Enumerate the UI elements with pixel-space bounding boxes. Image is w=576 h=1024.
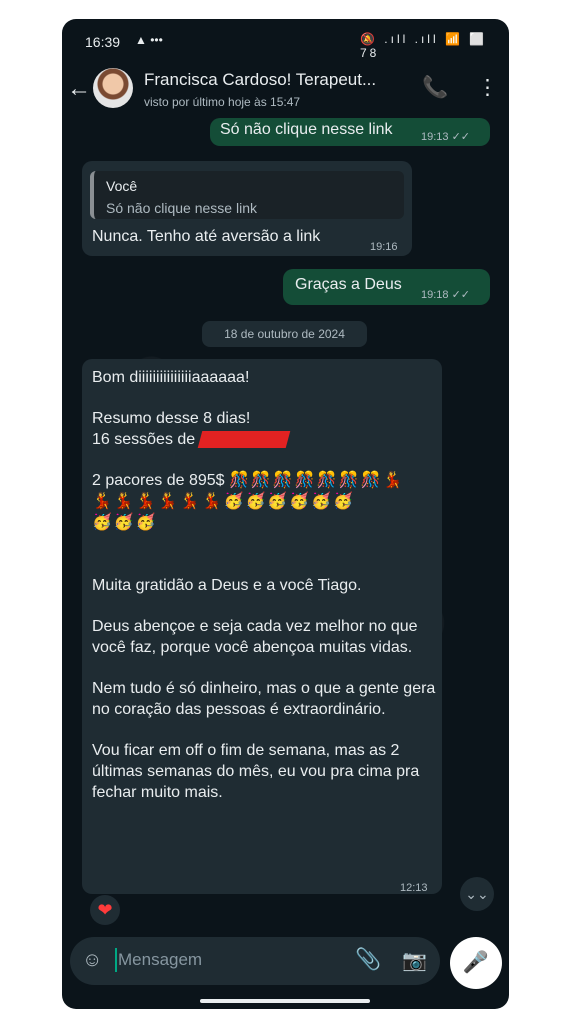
- message-greeting: Bom diiiiiiiiiiiiiiiaaaaaa!: [92, 369, 250, 386]
- message-paragraph: Vou ficar em off o fim de semana, mas as…: [92, 742, 420, 801]
- contact-name[interactable]: Francisca Cardoso! Terapeut...: [144, 70, 376, 90]
- message-time: 19:16: [370, 241, 398, 253]
- text-cursor: [115, 948, 117, 972]
- message-time: 19:18 ✓✓: [421, 289, 471, 301]
- message-input[interactable]: Mensagem: [118, 950, 202, 970]
- message-paragraph: Muita gratidão a Deus e a você Tiago.: [92, 577, 362, 594]
- camera-icon[interactable]: 📷: [402, 948, 427, 973]
- message-sessions: 16 sessões de: [92, 429, 437, 450]
- emoji-row: 🎊🎊🎊🎊🎊🎊🎊💃: [229, 472, 405, 489]
- message-text: Graças a Deus: [295, 276, 402, 293]
- status-time: 16:39: [85, 34, 121, 50]
- message-summary: Resumo desse 8 dias!: [92, 410, 251, 427]
- read-ticks-icon: ✓✓: [451, 289, 471, 301]
- message-outgoing[interactable]: Graças a Deus 19:18 ✓✓: [283, 269, 490, 305]
- emoji-row: 🥳🥳🥳: [92, 514, 158, 531]
- emoji-row: 💃💃💃💃💃💃🥳🥳🥳🥳🥳🥳: [92, 493, 356, 510]
- back-arrow-icon[interactable]: ←: [67, 75, 91, 103]
- heart-reaction-icon[interactable]: ❤: [90, 895, 120, 925]
- phone-screen: 16:39 ▲ ••• 🔕 .ıll .ıll 📶 ⬜ 78 ← Francis…: [62, 19, 509, 1009]
- message-incoming-long[interactable]: Bom diiiiiiiiiiiiiiiaaaaaa! Resumo desse…: [82, 359, 442, 894]
- message-body: Bom diiiiiiiiiiiiiiiaaaaaa! Resumo desse…: [92, 367, 437, 803]
- notification-icons: ▲ •••: [135, 33, 163, 47]
- battery-level: 78: [360, 46, 380, 60]
- message-time: 19:13 ✓✓: [421, 131, 471, 143]
- quote-author: Você: [106, 178, 138, 194]
- message-outgoing[interactable]: Só não clique nesse link 19:13 ✓✓: [210, 118, 490, 146]
- last-seen: visto por último hoje às 15:47: [144, 95, 301, 109]
- message-text: Só não clique nesse link: [220, 121, 393, 138]
- scroll-down-icon[interactable]: ⌄⌄: [460, 877, 494, 911]
- message-packages: 2 pacores de 895$ 🎊🎊🎊🎊🎊🎊🎊💃: [92, 472, 405, 489]
- date-separator: 18 de outubro de 2024: [202, 321, 367, 347]
- system-icons: 🔕 .ıll .ıll 📶 ⬜ 78: [360, 32, 488, 60]
- message-input-bar[interactable]: ☺ Mensagem 📎 📷: [70, 937, 440, 985]
- message-time: 12:13: [400, 882, 428, 894]
- message-incoming[interactable]: Você Só não clique nesse link Nunca. Ten…: [82, 161, 412, 256]
- quoted-message[interactable]: Você Só não clique nesse link: [90, 171, 404, 219]
- message-text: Nunca. Tenho até aversão a link: [92, 228, 321, 245]
- add-call-icon[interactable]: 📞: [422, 76, 448, 100]
- quote-text: Só não clique nesse link: [106, 200, 257, 216]
- avatar[interactable]: [93, 68, 133, 108]
- more-menu-icon[interactable]: ⋮: [477, 75, 498, 100]
- redaction-mark: [197, 431, 290, 449]
- read-ticks-icon: ✓✓: [451, 131, 471, 143]
- status-bar: 16:39 ▲ ••• 🔕 .ıll .ıll 📶 ⬜ 78: [62, 19, 509, 61]
- gesture-bar[interactable]: [200, 999, 370, 1003]
- message-paragraph: Nem tudo é só dinheiro, mas o que a gent…: [92, 680, 436, 718]
- attach-icon[interactable]: 📎: [355, 948, 381, 972]
- mic-icon[interactable]: 🎤: [450, 937, 502, 989]
- message-paragraph: Deus abençoe e seja cada vez melhor no q…: [92, 618, 418, 656]
- sticker-icon[interactable]: ☺: [82, 949, 102, 972]
